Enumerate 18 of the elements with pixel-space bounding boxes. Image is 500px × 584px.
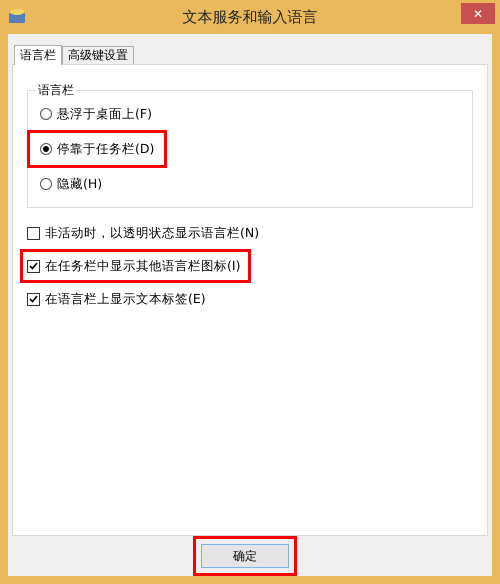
checkbox[interactable] — [27, 226, 40, 240]
option-label: 隐藏(H) — [57, 176, 102, 192]
ok-button[interactable]: 确定 — [201, 544, 289, 568]
option-label: 停靠于任务栏(D) — [57, 140, 154, 158]
group-title: 语言栏 — [37, 82, 75, 99]
radio-button[interactable] — [40, 143, 52, 155]
checkbox-label: 非活动时，以透明状态显示语言栏(N) — [45, 224, 260, 242]
radio-button[interactable] — [40, 178, 52, 190]
tab[interactable]: 高级键设置 — [62, 46, 134, 64]
radio-button[interactable] — [40, 108, 52, 120]
checkbox[interactable] — [27, 292, 40, 306]
close-button[interactable]: ✕ — [461, 3, 495, 24]
option-label: 悬浮于桌面上(F) — [57, 106, 152, 122]
tab[interactable]: 语言栏 — [14, 45, 62, 65]
checkbox-label: 在任务栏中显示其他语言栏图标(I) — [45, 258, 240, 274]
checkbox[interactable] — [27, 260, 40, 272]
window-title: 文本服务和输入语言 — [182, 8, 318, 27]
checkbox-label: 在语言栏上显示文本标签(E) — [45, 290, 206, 308]
